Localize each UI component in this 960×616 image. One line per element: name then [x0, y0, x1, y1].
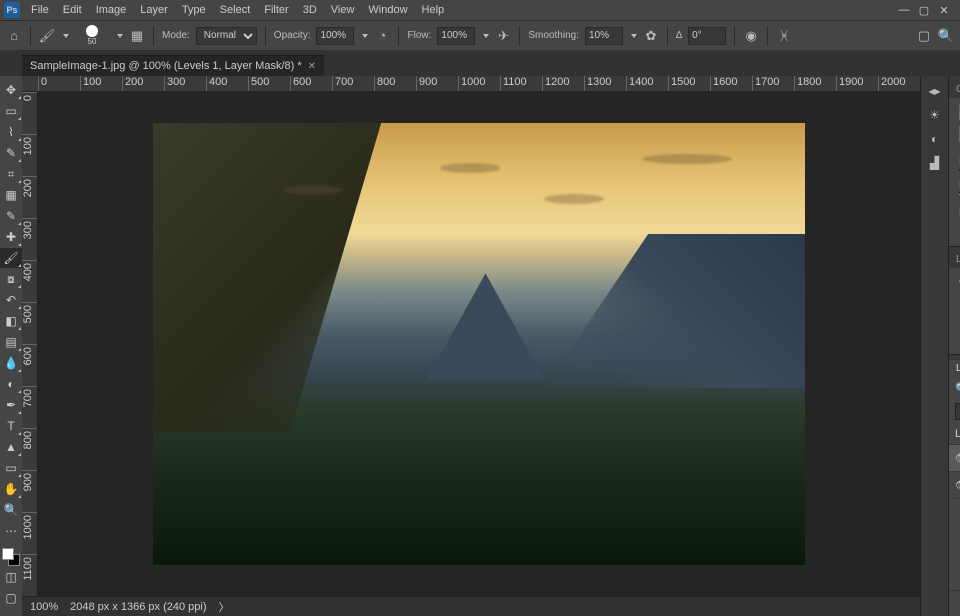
brush-tool[interactable]: 🖌 [0, 248, 22, 268]
history-panel-icon[interactable]: ☀ [926, 106, 944, 124]
brush-tool-icon: 🖌 [39, 28, 55, 44]
flow-input[interactable] [437, 27, 475, 45]
menu-type[interactable]: Type [175, 0, 213, 20]
flow-label: Flow: [407, 30, 431, 41]
eyedropper-tool[interactable]: ✎ [0, 206, 22, 226]
menu-view[interactable]: View [324, 0, 362, 20]
history-brush-tool[interactable]: ↶ [0, 290, 22, 310]
layer-row[interactable]: 👁 ▟ Levels 1 [949, 445, 960, 472]
layer-row[interactable]: 👁 Background 🔒 [949, 472, 960, 499]
shape-tool[interactable]: ▭ [0, 458, 22, 478]
tab-color[interactable]: Color [949, 81, 960, 98]
tab-close-icon[interactable]: ✕ [308, 61, 316, 72]
tool-edit[interactable]: ⋯ [0, 521, 22, 541]
tab-learn[interactable]: Learn [949, 251, 960, 268]
collapsed-panel-dock: ◂▸ ☀ ◐ ▟ [920, 76, 948, 616]
brush-preview[interactable]: 50 [75, 25, 109, 47]
doc-info[interactable]: 2048 px x 1366 px (240 ppi) [70, 601, 206, 613]
type-tool[interactable]: T [0, 416, 22, 436]
adjustments-panel: Add an adjustment ☀ ▟ ☽ ± ▽ ▦ ◐ ▯ ✿ ↻ ▦ [949, 268, 960, 354]
menu-image[interactable]: Image [89, 0, 134, 20]
ruler-vertical[interactable]: 0100200300400500600700800900100011001200… [22, 92, 38, 596]
blend-mode-select[interactable]: Normal [196, 27, 257, 45]
app-logo: Ps [4, 2, 20, 18]
layers-action-bar: ⊂⊃ fx ◫ ◐ 🗀 ⊞ 🗑 [949, 590, 960, 616]
path-select-tool[interactable]: ▲ [0, 437, 22, 457]
pressure-size-icon[interactable]: ◉ [743, 28, 759, 44]
gradient-tool[interactable]: ▤ [0, 332, 22, 352]
menu-help[interactable]: Help [415, 0, 452, 20]
visibility-icon[interactable]: 👁 [955, 451, 960, 465]
smoothing-dropdown[interactable] [631, 34, 637, 38]
smoothing-options-icon[interactable]: ✿ [643, 28, 659, 44]
window-close-icon[interactable]: ✕ [938, 4, 950, 17]
opacity-dropdown[interactable] [362, 34, 368, 38]
layer-filter-bar: 🔍 Kind ▦ ◐ T ▢ ▫ ⏻ [949, 377, 960, 400]
brush-picker-dropdown[interactable] [117, 34, 123, 38]
mode-label: Mode: [162, 30, 190, 41]
pen-tool[interactable]: ✒ [0, 395, 22, 415]
adjustments-panel-icon[interactable]: ◐ [926, 130, 944, 148]
window-minimize-icon[interactable]: — [898, 4, 910, 17]
quick-select-tool[interactable]: ✎ [0, 143, 22, 163]
blur-tool[interactable]: 💧 [0, 353, 22, 373]
tab-layers[interactable]: Layers [949, 360, 960, 377]
visibility-icon[interactable]: 👁 [955, 478, 960, 492]
dodge-tool[interactable]: ◐ [0, 374, 22, 394]
canvas-area[interactable] [38, 92, 920, 596]
marquee-tool[interactable]: ▭ [0, 101, 22, 121]
pressure-opacity-icon[interactable]: ◔ [374, 28, 390, 44]
properties-panel-tabs: Color Swatches Gradients Patterns Proper… [949, 76, 960, 98]
menu-edit[interactable]: Edit [56, 0, 89, 20]
hand-tool[interactable]: ✋ [0, 479, 22, 499]
document-tab-bar: SampleImage-1.jpg @ 100% (Levels 1, Laye… [0, 50, 960, 76]
flow-dropdown[interactable] [483, 34, 489, 38]
frame-tool[interactable]: ▦ [0, 185, 22, 205]
levels-panel-icon[interactable]: ▟ [926, 154, 944, 172]
zoom-level[interactable]: 100% [30, 601, 58, 613]
screen-mode-icon[interactable]: ▢ [0, 588, 22, 608]
airbrush-icon[interactable]: ✈ [495, 28, 511, 44]
move-tool[interactable]: ✥ [0, 80, 22, 100]
window-maximize-icon[interactable]: ▢ [918, 4, 930, 17]
properties-panel: ▟ Masks Layer Mask ▣ ▢ Density:100% Feat… [949, 98, 960, 246]
options-bar: ⌂ 🖌 50 ▦ Mode: Normal Opacity: ◔ Flow: ✈… [0, 20, 960, 50]
angle-input[interactable] [688, 27, 726, 45]
stamp-tool[interactable]: ⧇ [0, 269, 22, 289]
menu-3d[interactable]: 3D [296, 0, 324, 20]
quick-mask-icon[interactable]: ◫ [0, 567, 22, 587]
menu-layer[interactable]: Layer [133, 0, 175, 20]
search-icon[interactable]: 🔍 [938, 28, 954, 44]
lasso-tool[interactable]: ⌇ [0, 122, 22, 142]
angle-icon: ∆ [676, 30, 682, 41]
layer-blend-select[interactable]: Normal [955, 403, 960, 420]
smoothing-label: Smoothing: [528, 30, 579, 41]
menu-bar: Ps File Edit Image Layer Type Select Fil… [0, 0, 960, 20]
status-bar: 100% 2048 px x 1366 px (240 ppi) 〉 [22, 596, 920, 616]
zoom-tool[interactable]: 🔍 [0, 500, 22, 520]
opacity-input[interactable] [316, 27, 354, 45]
eraser-tool[interactable]: ◧ [0, 311, 22, 331]
crop-tool[interactable]: ⌗ [0, 164, 22, 184]
tab-title: SampleImage-1.jpg @ 100% (Levels 1, Laye… [30, 60, 302, 72]
menu-filter[interactable]: Filter [257, 0, 295, 20]
menu-file[interactable]: File [24, 0, 56, 20]
healing-tool[interactable]: ✚ [0, 227, 22, 247]
smoothing-input[interactable] [585, 27, 623, 45]
lock-label: Lock: [955, 428, 960, 440]
document-tab[interactable]: SampleImage-1.jpg @ 100% (Levels 1, Laye… [22, 55, 324, 76]
symmetry-icon[interactable]: ᚸ [776, 28, 792, 44]
menu-select[interactable]: Select [213, 0, 258, 20]
ruler-horizontal[interactable]: 0100200300400500600700800900100011001200… [22, 76, 920, 92]
home-icon[interactable]: ⌂ [6, 28, 22, 44]
workspace-switcher-icon[interactable]: ▢ [916, 28, 932, 44]
menu-window[interactable]: Window [361, 0, 414, 20]
color-swatch[interactable] [2, 548, 20, 566]
document-image[interactable] [153, 123, 805, 565]
expand-dock-icon[interactable]: ◂▸ [926, 82, 944, 100]
tool-preset-dropdown[interactable] [63, 34, 69, 38]
opacity-label: Opacity: [274, 30, 311, 41]
brush-panel-icon[interactable]: ▦ [129, 28, 145, 44]
tools-panel: ✥ ▭ ⌇ ✎ ⌗ ▦ ✎ ✚ 🖌 ⧇ ↶ ◧ ▤ 💧 ◐ ✒ T ▲ ▭ ✋ … [0, 76, 22, 616]
